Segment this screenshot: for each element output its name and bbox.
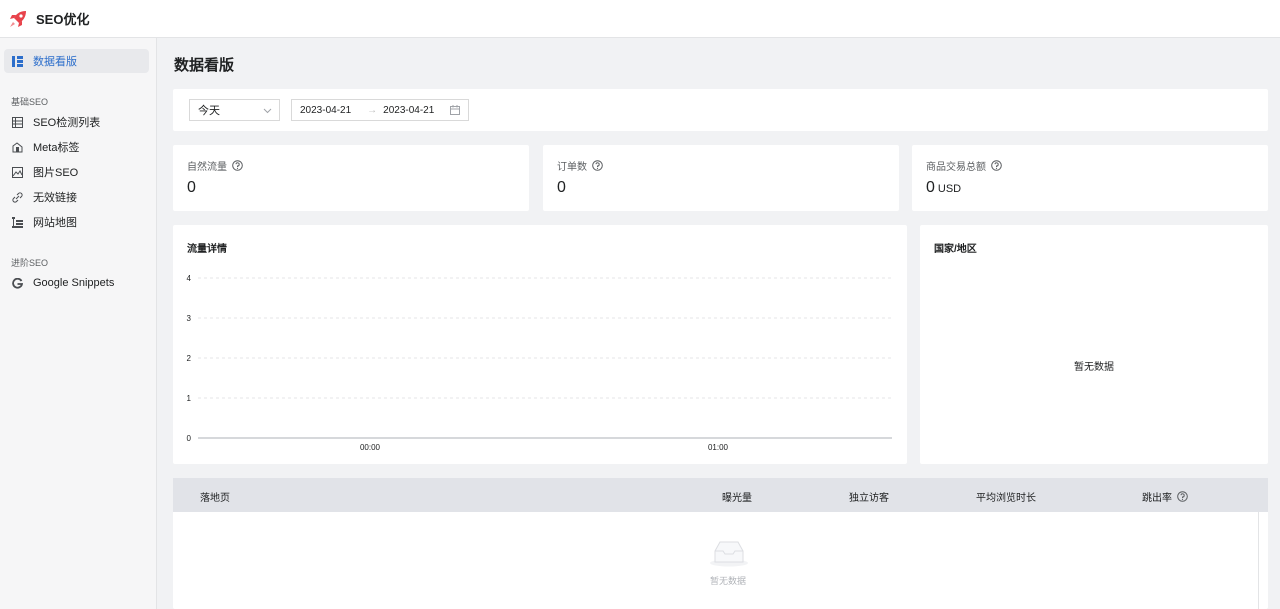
column-header-avg-duration: 平均浏览时长: [976, 493, 1036, 504]
help-icon[interactable]: [1177, 491, 1188, 502]
y-tick-label: 2: [187, 354, 192, 363]
top-bar: SEO优化: [0, 0, 1280, 38]
help-icon[interactable]: [232, 160, 243, 171]
sidebar: 数据看版 基础SEO SEO检测列表 Meta标签 图片SEO 无效链接 网站地…: [0, 38, 157, 609]
start-date[interactable]: 2023-04-21: [300, 105, 351, 116]
sidebar-item-label: 数据看版: [33, 56, 77, 68]
y-tick-label: 0: [187, 434, 192, 443]
help-icon[interactable]: [991, 160, 1002, 171]
landing-page-table: 落地页 曝光量 独立访客 平均浏览时长 跳出率 暂无数据: [173, 478, 1268, 609]
page-title: 数据看版: [174, 57, 235, 74]
period-select-value: 今天: [198, 105, 220, 117]
date-range-picker[interactable]: 2023-04-21 → 2023-04-21: [291, 99, 469, 121]
sidebar-item-sitemap[interactable]: 网站地图: [4, 210, 149, 234]
stat-card-organic-traffic: 自然流量 0: [173, 145, 529, 211]
chevron-down-icon: [263, 108, 272, 114]
app-title: SEO优化: [36, 12, 90, 27]
sidebar-item-dashboard[interactable]: 数据看版: [4, 49, 149, 73]
stat-label: 商品交易总额: [926, 162, 986, 173]
end-date[interactable]: 2023-04-21: [383, 105, 434, 116]
sidebar-item-image-seo[interactable]: 图片SEO: [4, 160, 149, 184]
stat-card-orders: 订单数 0: [543, 145, 899, 211]
column-header-impressions: 曝光量: [722, 493, 752, 504]
sidebar-item-broken-links[interactable]: 无效链接: [4, 185, 149, 209]
period-select[interactable]: 今天: [189, 99, 280, 121]
sidebar-item-label: 网站地图: [33, 217, 77, 229]
column-header-landing-page: 落地页: [200, 493, 230, 504]
column-header-bounce-rate: 跳出率: [1142, 489, 1188, 504]
country-empty-text: 暂无数据: [1074, 362, 1114, 373]
sidebar-item-seo-check-list[interactable]: SEO检测列表: [4, 110, 149, 134]
link-icon: [11, 191, 23, 203]
stat-value: 0: [187, 179, 196, 196]
table-scrollbar[interactable]: [1258, 512, 1259, 609]
dashboard-icon: [11, 55, 23, 67]
section-label-basic: 基础SEO: [11, 97, 49, 107]
filter-card: 今天 2023-04-21 → 2023-04-21: [173, 89, 1268, 131]
rocket-icon: [10, 10, 26, 27]
stat-label: 订单数: [557, 162, 587, 173]
country-card-title: 国家/地区: [934, 244, 977, 255]
image-icon: [11, 166, 23, 178]
sitemap-icon: [11, 216, 23, 228]
stat-label: 自然流量: [187, 162, 227, 173]
traffic-chart-card: 流量详情 0 1 2 3 4 00:00 01:00: [173, 225, 907, 464]
x-tick-label: 01:00: [708, 443, 729, 452]
x-tick-label: 00:00: [360, 443, 381, 452]
sidebar-item-meta-tags[interactable]: Meta标签: [4, 135, 149, 159]
sidebar-item-label: SEO检测列表: [33, 117, 101, 129]
date-separator: →: [367, 104, 378, 116]
sidebar-item-label: Meta标签: [33, 142, 80, 154]
stat-card-gmv: 商品交易总额 0 USD: [912, 145, 1268, 211]
y-tick-label: 4: [187, 274, 192, 283]
tag-icon: [11, 141, 23, 153]
stat-value: 0: [557, 179, 566, 196]
sidebar-item-google-snippets[interactable]: Google Snippets: [4, 271, 149, 295]
sidebar-item-label: Google Snippets: [33, 277, 115, 289]
sidebar-item-label: 无效链接: [33, 192, 77, 204]
y-tick-label: 3: [187, 314, 192, 323]
y-tick-label: 1: [187, 394, 192, 403]
help-icon[interactable]: [592, 160, 603, 171]
traffic-chart: 0 1 2 3 4 00:00 01:00: [187, 274, 892, 452]
sidebar-item-label: 图片SEO: [33, 167, 79, 179]
table-empty-text: 暂无数据: [709, 576, 746, 586]
country-card: 国家/地区 暂无数据: [920, 225, 1268, 464]
table-header: 落地页 曝光量 独立访客 平均浏览时长 跳出率: [173, 478, 1268, 512]
section-label-advanced: 进阶SEO: [11, 258, 49, 268]
calendar-icon: [450, 105, 460, 115]
stat-unit: USD: [937, 183, 962, 195]
stat-number: 0: [926, 179, 935, 196]
google-icon: [11, 277, 23, 289]
empty-inbox-icon: [710, 541, 748, 567]
list-icon: [11, 116, 23, 128]
column-header-unique-visitors: 独立访客: [849, 493, 889, 504]
stat-value: 0 USD: [926, 179, 961, 197]
